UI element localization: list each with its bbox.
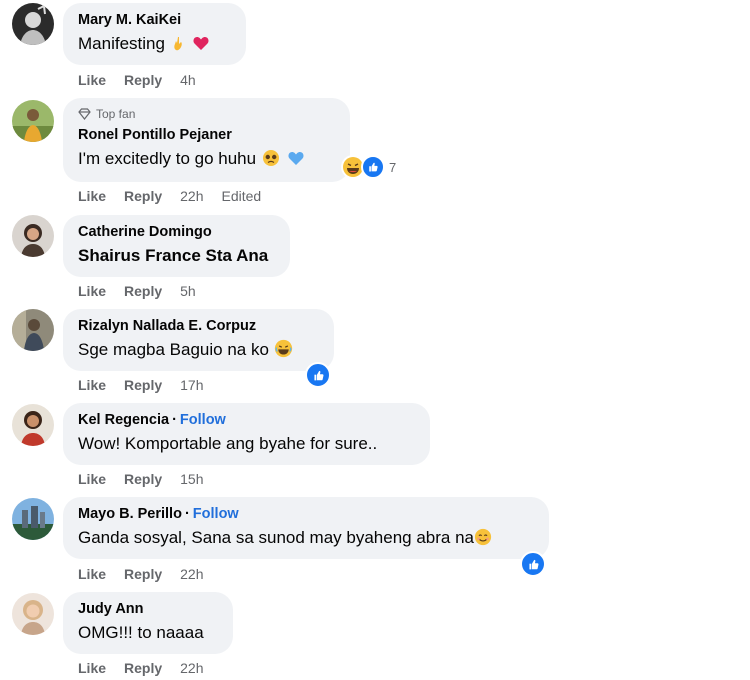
- top-fan-badge: Top fan: [96, 107, 136, 121]
- reply-link[interactable]: Reply: [124, 377, 162, 393]
- avatar[interactable]: [12, 404, 54, 446]
- red-heart-emoji: [192, 34, 210, 58]
- like-link[interactable]: Like: [78, 283, 106, 299]
- timestamp[interactable]: 22h: [180, 660, 203, 676]
- comment-actions: Like Reply 22h: [78, 660, 204, 676]
- comment-text: Manifesting: [78, 34, 165, 53]
- comment-bubble: Kel Regencia · Follow Wow! Komportable ang…: [63, 403, 430, 465]
- pleading-face-emoji: [261, 149, 281, 173]
- laughing-emoji: [274, 339, 293, 364]
- commenter-name[interactable]: Kel Regencia: [78, 412, 169, 428]
- commenter-name[interactable]: Catherine Domingo: [78, 223, 276, 241]
- comment-actions: Like Reply 4h: [78, 72, 196, 88]
- blue-heart-emoji: [286, 149, 306, 173]
- avatar[interactable]: [12, 309, 54, 351]
- commenter-name[interactable]: Rizalyn Nallada E. Corpuz: [78, 317, 320, 335]
- avatar[interactable]: [12, 593, 54, 635]
- avatar[interactable]: [12, 3, 54, 45]
- like-link[interactable]: Like: [78, 188, 106, 204]
- commenter-name[interactable]: Ronel Pontillo Pejaner: [78, 126, 336, 144]
- comment-text: I'm excitedly to go huhu: [78, 149, 257, 168]
- reaction-summary[interactable]: 7: [341, 155, 396, 179]
- timestamp[interactable]: 4h: [180, 72, 196, 88]
- comment-actions: Like Reply 17h: [78, 377, 204, 393]
- timestamp[interactable]: 5h: [180, 283, 196, 299]
- like-link[interactable]: Like: [78, 566, 106, 582]
- reaction-count: 7: [389, 159, 397, 175]
- reply-link[interactable]: Reply: [124, 283, 162, 299]
- reply-link[interactable]: Reply: [124, 471, 162, 487]
- reply-link[interactable]: Reply: [124, 72, 162, 88]
- comment-text[interactable]: Shairus France Sta Ana: [78, 245, 276, 267]
- thumbs-up-icon[interactable]: [520, 551, 546, 577]
- timestamp[interactable]: 22h: [180, 566, 203, 582]
- comment-bubble: Mayo B. Perillo · Follow Ganda sosyal, San…: [63, 497, 549, 559]
- comment-text: Sge magba Baguio na ko: [78, 340, 269, 359]
- comment-text: OMG!!! to naaaa: [78, 623, 204, 642]
- comment-actions: Like Reply 22h Edited: [78, 188, 261, 204]
- commenter-name[interactable]: Mayo B. Perillo: [78, 506, 182, 522]
- like-link[interactable]: Like: [78, 377, 106, 393]
- reply-link[interactable]: Reply: [124, 566, 162, 582]
- comment-bubble: Catherine Domingo Shairus France Sta Ana: [63, 215, 290, 277]
- timestamp[interactable]: 15h: [180, 471, 203, 487]
- follow-link[interactable]: Follow: [193, 506, 239, 522]
- like-link[interactable]: Like: [78, 660, 106, 676]
- avatar[interactable]: [12, 215, 54, 257]
- timestamp[interactable]: 22h: [180, 188, 203, 204]
- commenter-name[interactable]: Mary M. KaiKei: [78, 11, 232, 29]
- commenter-name[interactable]: Judy Ann: [78, 600, 219, 618]
- thumbs-up-icon[interactable]: [305, 362, 331, 388]
- comment-actions: Like Reply 5h: [78, 283, 196, 299]
- like-link[interactable]: Like: [78, 471, 106, 487]
- avatar[interactable]: [12, 100, 54, 142]
- top-fan-diamond-icon: [78, 108, 91, 120]
- smiling-face-emoji: [474, 528, 492, 552]
- timestamp[interactable]: 17h: [180, 377, 203, 393]
- edited-label[interactable]: Edited: [222, 188, 262, 204]
- comment-bubble: Rizalyn Nallada E. Corpuz Sge magba Bagu…: [63, 309, 334, 371]
- comment-text: Wow! Komportable ang byahe for sure..: [78, 434, 378, 453]
- comment-actions: Like Reply 22h: [78, 566, 204, 582]
- reply-link[interactable]: Reply: [124, 660, 162, 676]
- avatar[interactable]: [12, 498, 54, 540]
- like-link[interactable]: Like: [78, 72, 106, 88]
- follow-link[interactable]: Follow: [180, 412, 226, 428]
- comment-bubble: Mary M. KaiKei Manifesting: [63, 3, 246, 65]
- crossed-fingers-emoji: [170, 34, 188, 58]
- thumbs-up-icon: [361, 155, 385, 179]
- comment-bubble: Top fan Ronel Pontillo Pejaner I'm excit…: [63, 98, 350, 182]
- comment-actions: Like Reply 15h: [78, 471, 204, 487]
- reply-link[interactable]: Reply: [124, 188, 162, 204]
- comment-text: Ganda sosyal, Sana sa sunod may byaheng …: [78, 528, 474, 547]
- comment-bubble: Judy Ann OMG!!! to naaaa: [63, 592, 233, 654]
